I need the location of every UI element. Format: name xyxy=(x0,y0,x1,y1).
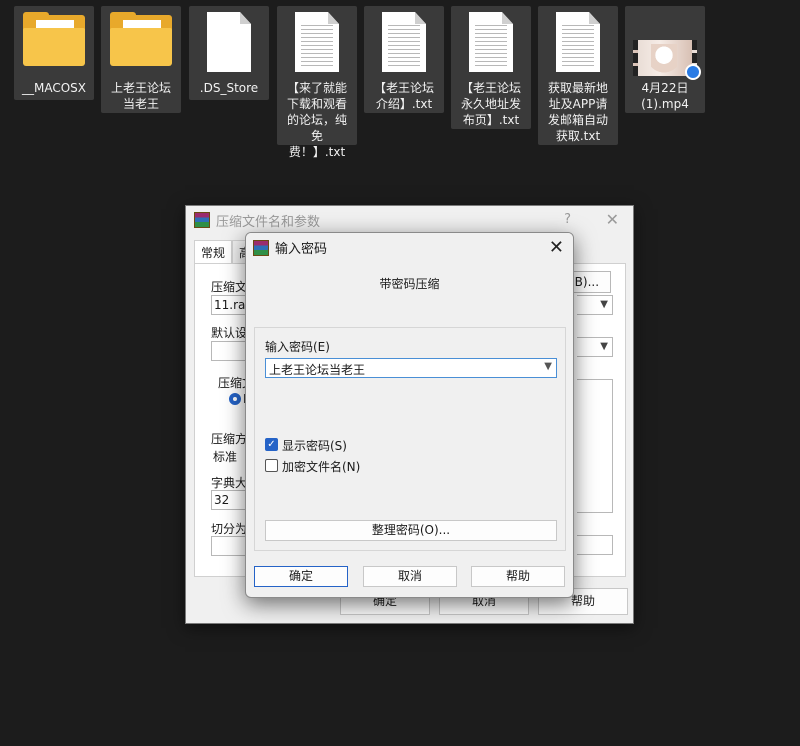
desktop-item-txt[interactable]: 【来了就能下载和观看的论坛，纯免费！】.txt xyxy=(277,6,357,159)
help-button[interactable]: 帮助 xyxy=(471,566,565,587)
sync-icon xyxy=(685,64,701,80)
file-name: __MACOSX xyxy=(21,81,86,95)
archive-name-dropdown[interactable]: ▼ xyxy=(577,295,613,315)
enter-password-dialog: 输入密码 ✕ 带密码压缩 输入密码(E) 上老王论坛当老王 ▼ ✓ 显示密码(S… xyxy=(245,232,574,598)
encrypt-file-names-checkbox[interactable] xyxy=(265,459,278,472)
encrypt-file-names-label[interactable]: 加密文件名(N) xyxy=(282,458,360,475)
password-value: 上老王论坛当老王 xyxy=(269,363,366,377)
desktop-item-txt[interactable]: 【老王论坛介绍】.txt xyxy=(364,6,444,113)
compression-method-value[interactable]: 标准 xyxy=(213,448,237,465)
password-input[interactable]: 上老王论坛当老王 ▼ xyxy=(265,358,557,378)
help-icon[interactable]: ? xyxy=(564,212,571,227)
close-icon[interactable]: ✕ xyxy=(549,237,564,258)
archiving-options-panel xyxy=(577,379,613,513)
desktop-item-ds-store[interactable]: .DS_Store xyxy=(189,6,269,100)
desktop-item-macosx-folder[interactable]: __MACOSX xyxy=(14,6,94,100)
file-name: 4月22日 (1).mp4 xyxy=(641,81,689,111)
ok-button[interactable]: 确定 xyxy=(254,566,348,587)
dialog-titlebar: 压缩文件名和参数 ? ✕ xyxy=(186,206,633,234)
close-icon[interactable]: ✕ xyxy=(606,210,619,229)
rar-format-radio[interactable] xyxy=(229,393,241,405)
dialog-title: 输入密码 xyxy=(275,242,328,257)
winrar-icon xyxy=(194,212,210,228)
archive-name-input[interactable]: 11.rar xyxy=(211,295,250,315)
file-name: .DS_Store xyxy=(199,81,259,95)
organize-passwords-button[interactable]: 整理密码(O)... xyxy=(265,520,557,541)
profiles-button[interactable] xyxy=(211,341,247,361)
desktop-item-txt[interactable]: 【老王论坛永久地址发布页】.txt xyxy=(451,6,531,129)
dialog-titlebar: 输入密码 ✕ xyxy=(246,233,573,262)
file-name: 获取最新地址及APP请发邮箱自动获取.txt xyxy=(548,81,609,143)
chevron-down-icon: ▼ xyxy=(600,299,608,310)
dialog-title: 压缩文件名和参数 xyxy=(216,214,321,230)
chevron-down-icon[interactable]: ▼ xyxy=(544,361,552,372)
split-volumes-input[interactable] xyxy=(211,536,247,556)
update-mode-dropdown[interactable]: ▼ xyxy=(577,337,613,357)
tab-general[interactable]: 常规 xyxy=(194,240,233,264)
winrar-icon xyxy=(253,239,269,256)
cancel-button[interactable]: 取消 xyxy=(363,566,457,587)
show-password-checkbox[interactable]: ✓ xyxy=(265,438,278,451)
password-button-edge[interactable] xyxy=(577,535,613,555)
chevron-down-icon: ▼ xyxy=(600,341,608,352)
dialog-subtitle: 带密码压缩 xyxy=(379,277,440,291)
file-name: 【来了就能下载和观看的论坛，纯免费！】.txt xyxy=(286,81,347,159)
desktop-item-folder[interactable]: 上老王论坛当老王 xyxy=(101,6,181,113)
desktop-item-txt[interactable]: 获取最新地址及APP请发邮箱自动获取.txt xyxy=(538,6,618,145)
file-name: 【老王论坛介绍】.txt xyxy=(374,81,435,111)
password-label: 输入密码(E) xyxy=(265,340,330,354)
dictionary-size-value[interactable]: 32 xyxy=(211,490,247,510)
file-name: 【老王论坛永久地址发布页】.txt xyxy=(461,81,522,127)
password-group: 输入密码(E) 上老王论坛当老王 ▼ ✓ 显示密码(S) 加密文件名(N) 整理… xyxy=(254,327,566,551)
browse-button[interactable]: (B)... xyxy=(568,271,611,293)
show-password-label[interactable]: 显示密码(S) xyxy=(282,437,347,454)
desktop-item-video[interactable]: 4月22日 (1).mp4 xyxy=(625,6,705,113)
file-name: 上老王论坛当老王 xyxy=(111,81,172,111)
